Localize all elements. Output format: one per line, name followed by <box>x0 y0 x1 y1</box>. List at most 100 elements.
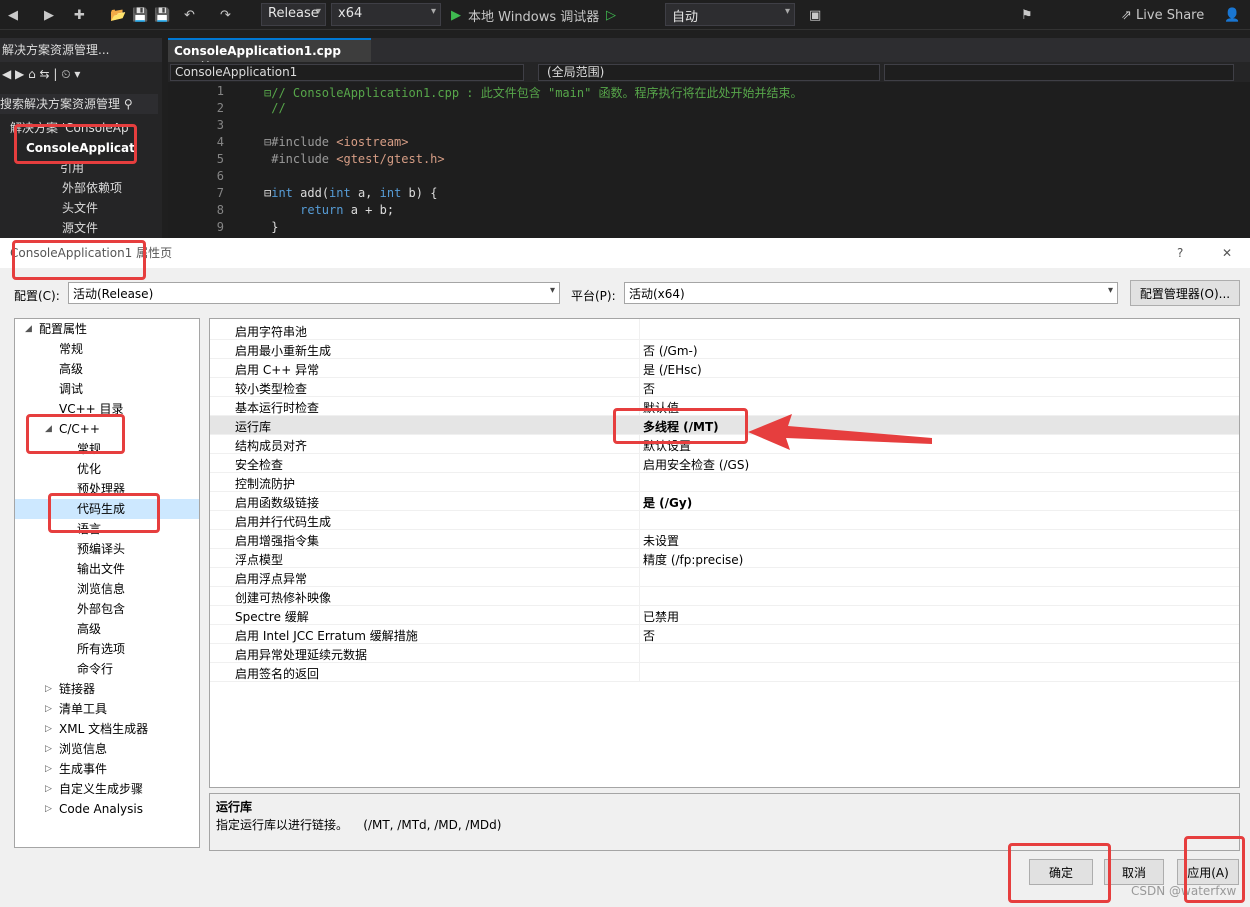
code-line: #include <gtest/gtest.h> <box>264 152 445 166</box>
sol-search[interactable]: 搜索解决方案资源管理 ⚲ <box>0 94 158 114</box>
tree-advanced[interactable]: 高级 <box>59 359 83 379</box>
code-line: ⊟int add(int a, int b) { <box>264 186 438 200</box>
back-icon[interactable]: ◀ <box>8 4 18 26</box>
nav-bar: ConsoleApplication1 (全局范围) <box>168 62 1250 82</box>
code-editor: ConsoleApplication1.cpp ⊸ ✕ ConsoleAppli… <box>168 38 1250 238</box>
config-combo[interactable]: 活动(Release) ▾ <box>68 282 560 304</box>
platform-label: 平台(P): <box>571 289 616 303</box>
tree-browse[interactable]: 浏览信息 <box>59 739 107 759</box>
prop-row[interactable]: Spectre 缓解 已禁用 <box>210 606 1239 625</box>
tree-linker[interactable]: 链接器 <box>59 679 95 699</box>
tree-cpp-pch[interactable]: 预编译头 <box>77 539 125 559</box>
config-label: 配置(C): <box>14 289 60 303</box>
prop-row[interactable]: 启用并行代码生成 <box>210 511 1239 530</box>
prop-row[interactable]: 启用 Intel JCC Erratum 缓解措施否 <box>210 625 1239 644</box>
tree-cpp-external[interactable]: 外部包含 <box>77 599 125 619</box>
auto-dropdown[interactable]: 自动 ▾ <box>665 3 795 26</box>
tree-custom-build[interactable]: 自定义生成步骤 <box>59 779 143 799</box>
highlight-box <box>48 493 160 533</box>
search-icon: ⚲ <box>123 97 133 111</box>
prop-row[interactable]: 创建可热修补映像 <box>210 587 1239 606</box>
redo-icon[interactable]: ↷ <box>220 4 231 26</box>
desc-text: 指定运行库以进行链接。 (/MT, /MTd, /MD, /MDd) <box>216 818 502 832</box>
line-number: 3 <box>216 118 224 132</box>
close-icon[interactable]: ✕ <box>1222 246 1232 260</box>
new-project-icon[interactable]: ✚ <box>74 4 85 26</box>
prop-row[interactable]: 启用最小重新生成否 (/Gm-) <box>210 340 1239 359</box>
tree-code-analysis[interactable]: Code Analysis <box>59 799 143 819</box>
main-toolbar: ◀ ▶ ✚ 📂 💾 💾 ↶ ↷ Release ▾ x64 ▾ ▶ 本地 Windo… <box>0 0 1250 30</box>
line-number: 6 <box>216 169 224 183</box>
tree-cpp-advanced[interactable]: 高级 <box>77 619 101 639</box>
prop-row[interactable]: 启用增强指令集 未设置 <box>210 530 1239 549</box>
open-icon[interactable]: 📂 <box>110 4 126 26</box>
prop-row[interactable]: 启用签名的返回 <box>210 663 1239 682</box>
tree-debugging[interactable]: 调试 <box>59 379 83 399</box>
tree-general[interactable]: 常规 <box>59 339 83 359</box>
config-manager-button[interactable]: 配置管理器(O)... <box>1130 280 1240 306</box>
help-button[interactable]: ? <box>1177 246 1183 260</box>
cancel-button[interactable]: 取消 <box>1104 859 1164 885</box>
bookmark-icon[interactable]: ⚑ <box>1021 4 1033 26</box>
sol-source-files[interactable]: 源文件 <box>62 218 98 238</box>
property-tree: ◢ 配置属性 常规 高级 调试 VC++ 目录 ◢ C/C++ 常规 优化 预处… <box>14 318 200 848</box>
sol-external-deps[interactable]: 外部依赖项 <box>62 178 122 198</box>
prop-row[interactable]: 安全检查 启用安全检查 (/GS) <box>210 454 1239 473</box>
tree-build-events[interactable]: 生成事件 <box>59 759 107 779</box>
run-no-debug-icon[interactable]: ▷ <box>606 4 616 26</box>
tree-cpp-output[interactable]: 输出文件 <box>77 559 125 579</box>
line-number: 8 <box>216 203 224 217</box>
debugger-button[interactable]: 本地 Windows 调试器 <box>468 4 599 26</box>
tree-root[interactable]: 配置属性 <box>39 319 87 339</box>
highlight-box <box>14 124 137 164</box>
tree-cpp-all[interactable]: 所有选项 <box>77 639 125 659</box>
editor-tab[interactable]: ConsoleApplication1.cpp ⊸ ✕ <box>168 38 371 72</box>
live-share-icon: ⇗ <box>1121 7 1132 23</box>
code-line: ⊟// ConsoleApplication1.cpp : 此文件包含 "mai… <box>264 86 803 100</box>
undo-icon[interactable]: ↶ <box>184 4 195 26</box>
prop-row[interactable]: 启用浮点异常 <box>210 568 1239 587</box>
arrow-icon <box>748 414 932 450</box>
nav-scope-dropdown[interactable]: (全局范围) <box>538 64 880 81</box>
platform-combo[interactable]: 活动(x64) ▾ <box>624 282 1118 304</box>
live-share-button[interactable]: ⇗ Live Share <box>1121 4 1204 26</box>
highlight-box <box>1184 836 1245 903</box>
tree-cpp-browse[interactable]: 浏览信息 <box>77 579 125 599</box>
line-number: 4 <box>216 135 224 149</box>
config-dropdown[interactable]: Release ▾ <box>261 3 326 26</box>
prop-row[interactable]: 启用函数级链接是 (/Gy) <box>210 492 1239 511</box>
dialog-title: ConsoleApplication1 属性页 <box>0 238 1250 268</box>
tree-cpp-cmdline[interactable]: 命令行 <box>77 659 113 679</box>
run-icon[interactable]: ▶ <box>451 4 461 26</box>
save-all-icon[interactable]: 💾 <box>154 4 170 26</box>
platform-dropdown[interactable]: x64 ▾ <box>331 3 441 26</box>
tree-manifest[interactable]: 清单工具 <box>59 699 107 719</box>
prop-row[interactable]: 浮点模型 精度 (/fp:precise) <box>210 549 1239 568</box>
line-number: 2 <box>216 101 224 115</box>
tree-cpp-optimization[interactable]: 优化 <box>77 459 101 479</box>
highlight-box <box>613 408 748 444</box>
sol-header-files[interactable]: 头文件 <box>62 198 98 218</box>
line-number: 7 <box>216 186 224 200</box>
sol-toolbar: ◀ ▶ ⌂ ⇆ | ⏲ ▾ <box>2 67 81 81</box>
desc-title: 运行库 <box>216 800 253 814</box>
code-line: } <box>264 220 279 234</box>
nav-member-dropdown[interactable] <box>884 64 1234 81</box>
prop-row[interactable]: 启用 C++ 异常是 (/EHsc) <box>210 359 1239 378</box>
folder-icon[interactable]: ▣ <box>809 4 821 26</box>
line-number: 1 <box>216 84 224 98</box>
prop-row[interactable]: 控制流防护 <box>210 473 1239 492</box>
line-number: 9 <box>216 220 224 234</box>
prop-row[interactable]: 启用异常处理延续元数据 <box>210 644 1239 663</box>
code-line: ⊟#include <iostream> <box>264 135 409 149</box>
prop-row[interactable]: 较小类型检查否 <box>210 378 1239 397</box>
prop-row[interactable]: 启用字符串池 <box>210 321 1239 340</box>
highlight-box <box>1008 843 1111 903</box>
nav-project-dropdown[interactable]: ConsoleApplication1 <box>170 64 524 81</box>
forward-icon[interactable]: ▶ <box>44 4 54 26</box>
save-icon[interactable]: 💾 <box>132 4 148 26</box>
account-icon[interactable]: 👤 <box>1224 4 1240 26</box>
editor-tabs: ConsoleApplication1.cpp ⊸ ✕ <box>168 38 1250 72</box>
solution-explorer-title: 解决方案资源管理... <box>0 38 162 62</box>
tree-xml[interactable]: XML 文档生成器 <box>59 719 148 739</box>
